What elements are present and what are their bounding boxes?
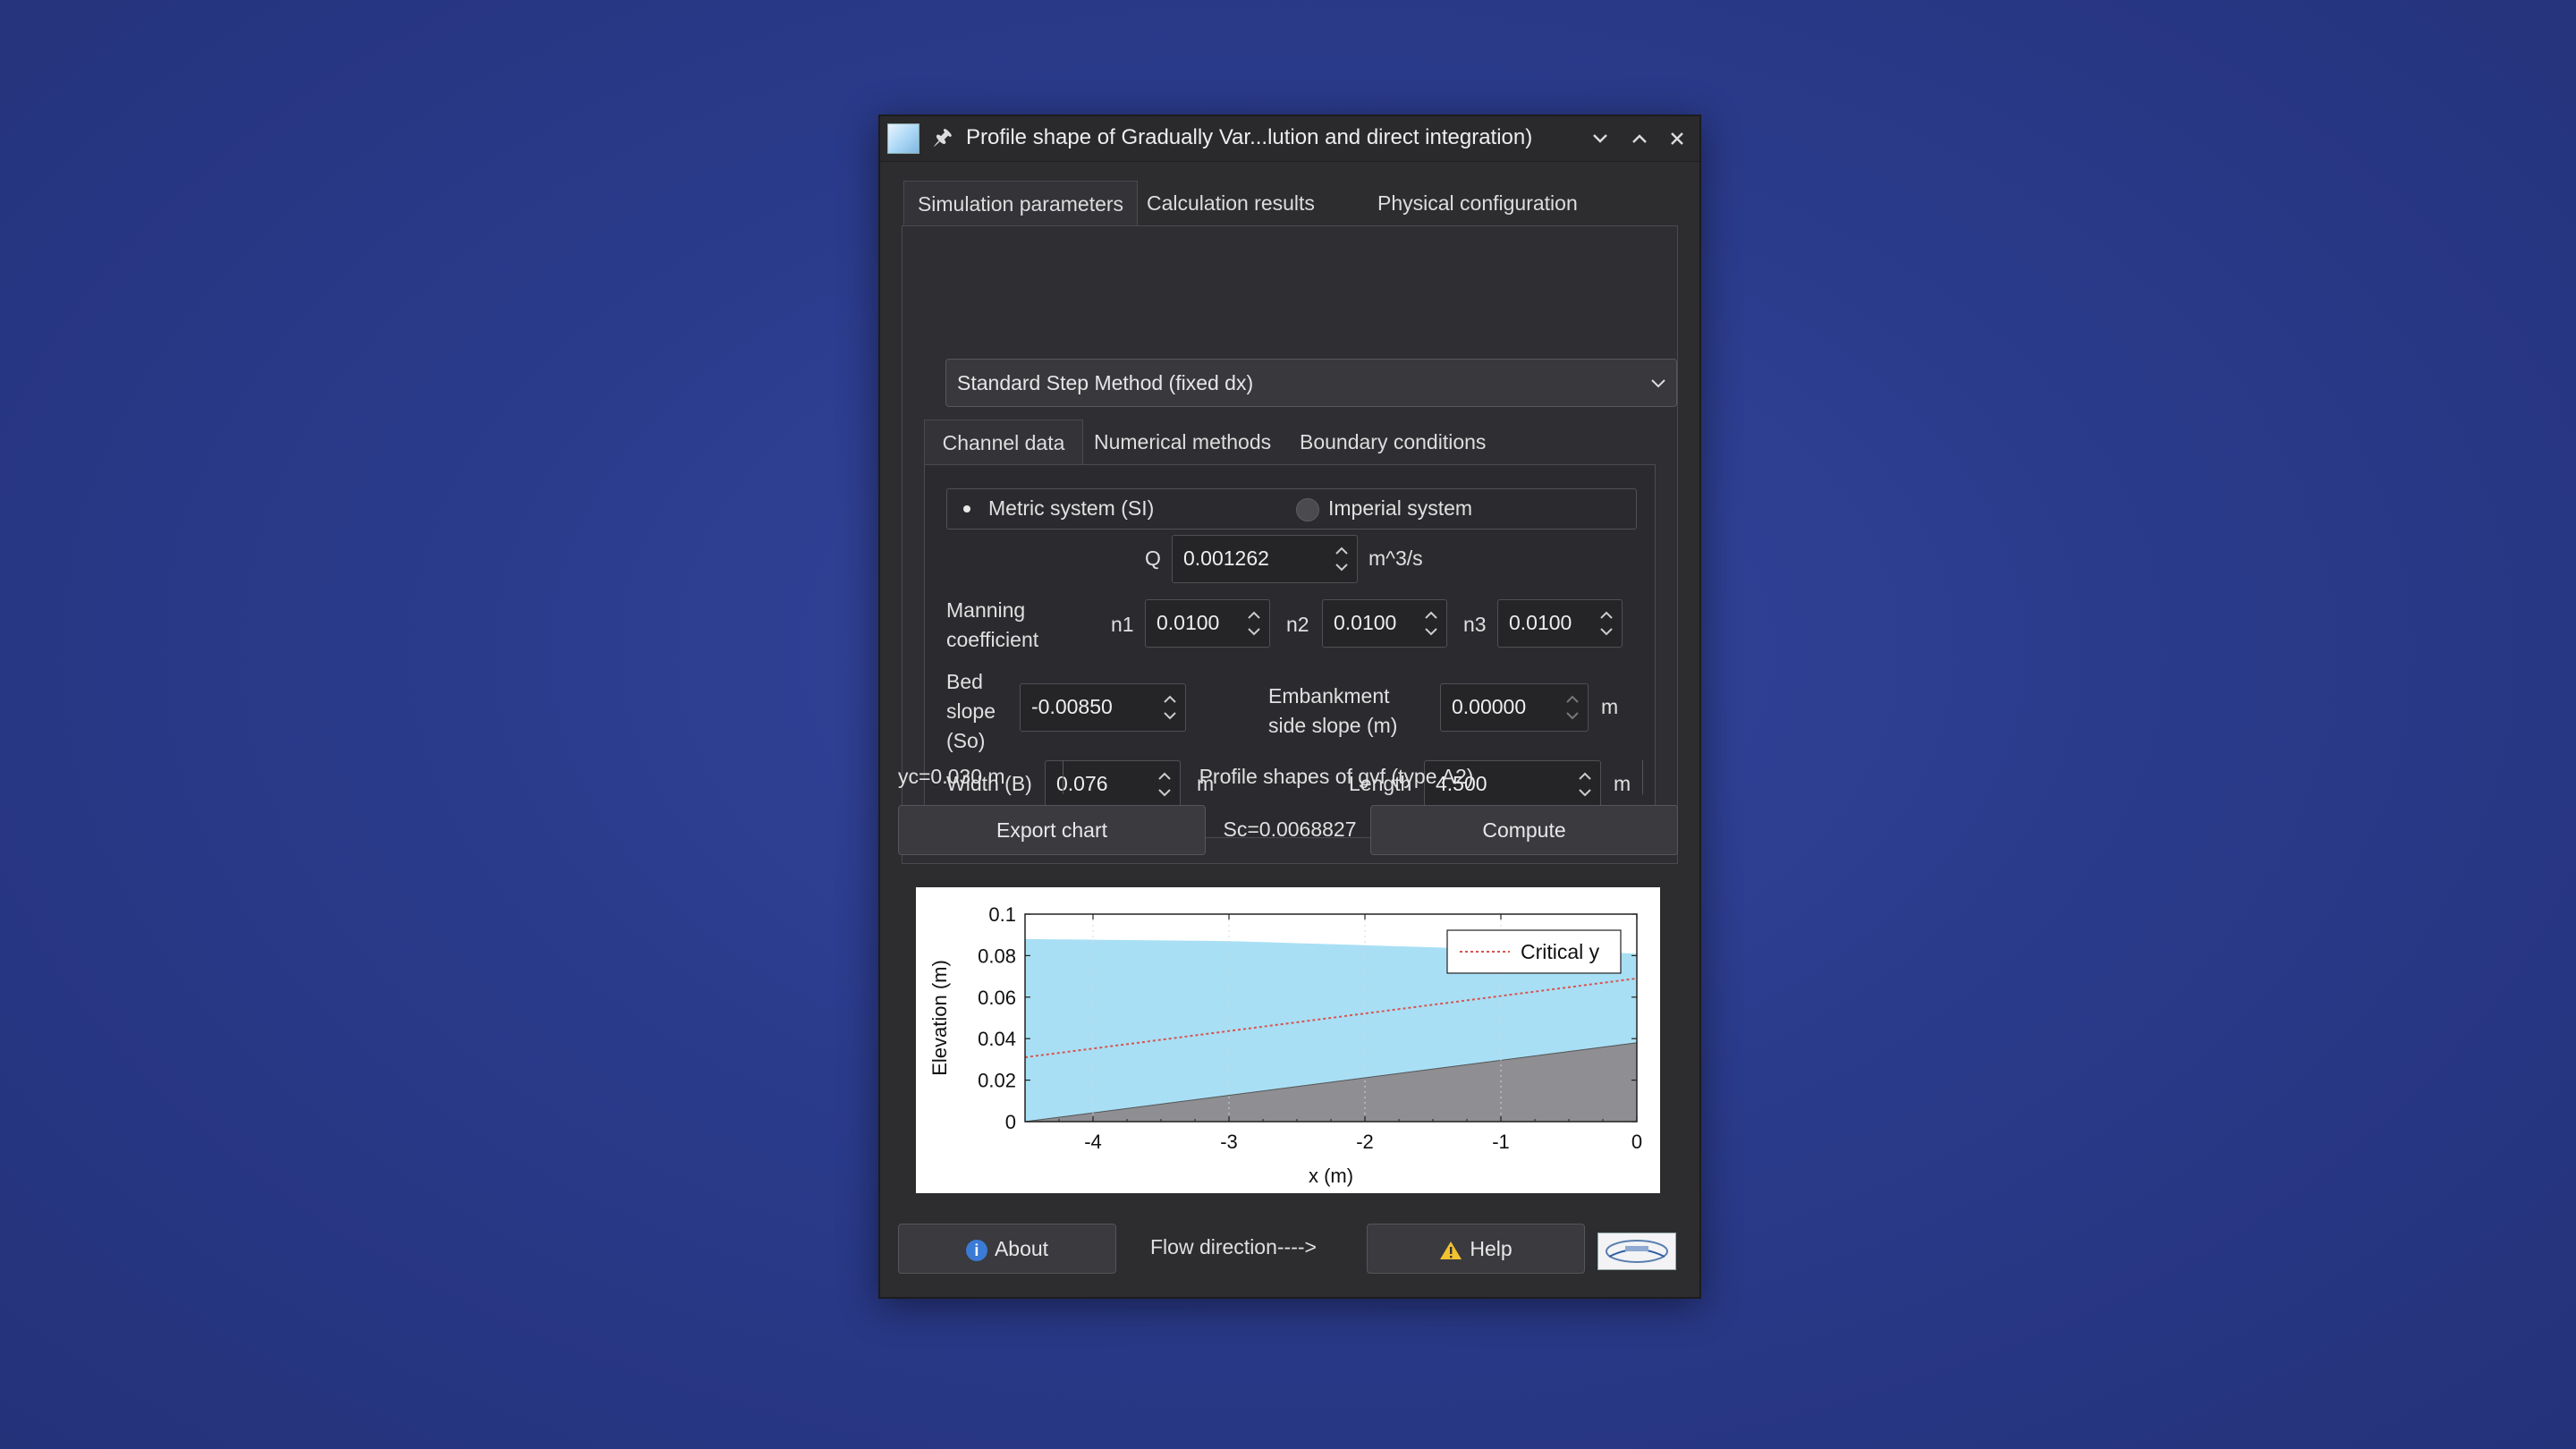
y-tick-label: 0.06 [978, 987, 1016, 1009]
tab-physical-configuration[interactable]: Physical configuration [1377, 181, 1578, 225]
spin-arrows-icon [1248, 611, 1260, 636]
x-tick-label: -4 [1084, 1131, 1102, 1153]
embankment-value: 0.00000 [1452, 695, 1527, 718]
y-tick-label: 0.1 [988, 903, 1016, 926]
manning-label: Manning coefficient [946, 598, 1039, 651]
q-label: Q [1145, 547, 1161, 570]
embankment-input[interactable]: 0.00000 [1440, 683, 1589, 732]
close-icon [1671, 132, 1683, 145]
embankment-label: Embankment side slope (m) [1268, 684, 1398, 737]
chart-canvas: -4 -3 -2 -1 0 0 0.02 0.04 0.06 0.08 0.1 x (m) Elevat… [928, 903, 1642, 1187]
n2-input[interactable]: 0.0100 [1322, 599, 1447, 648]
n1-input[interactable]: 0.0100 [1145, 599, 1270, 648]
flow-direction-label: Flow direction----> [1150, 1235, 1317, 1258]
y-tick-label: 0.04 [978, 1028, 1016, 1050]
imperial-label: Imperial system [1328, 496, 1473, 520]
q-input[interactable]: 0.001262 [1172, 535, 1358, 583]
spin-arrows-icon [1600, 611, 1613, 636]
x-tick-label: -3 [1220, 1131, 1238, 1153]
university-logo [1597, 1233, 1676, 1270]
warning-icon [1440, 1241, 1462, 1259]
sc-readout: Sc=0.0068827 [1223, 818, 1357, 841]
n1-label: n1 [1111, 613, 1134, 636]
q-value: 0.001262 [1183, 547, 1269, 570]
n2-value: 0.0100 [1334, 611, 1397, 634]
spin-arrows-icon [1335, 547, 1348, 572]
bed-slope-label: Bed slope (So) [946, 670, 996, 752]
method-select[interactable]: Standard Step Method (fixed dx) [945, 359, 1677, 407]
unit-system-group: Metric system (SI) Imperial system [946, 488, 1637, 530]
yc-readout: yc=0.030 m [898, 765, 1005, 788]
chevron-down-icon [1593, 134, 1607, 143]
y-tick-label: 0.02 [978, 1070, 1016, 1092]
method-select-value: Standard Step Method (fixed dx) [957, 371, 1254, 394]
x-tick-label: -1 [1492, 1131, 1510, 1153]
about-button[interactable]: i About [898, 1224, 1116, 1274]
tab-calculation-results[interactable]: Calculation results [1147, 181, 1315, 225]
help-button[interactable]: Help [1367, 1224, 1585, 1274]
spin-arrows-icon [1566, 695, 1579, 720]
chevron-up-icon [1632, 134, 1647, 143]
minimize-button[interactable] [1585, 123, 1615, 154]
y-tick-label: 0 [1005, 1111, 1016, 1133]
export-chart-button[interactable]: Export chart [898, 805, 1206, 855]
app-window: 🖈 Profile shape of Gradually Var...lutio… [878, 114, 1701, 1299]
about-label: About [994, 1237, 1049, 1260]
help-label: Help [1470, 1237, 1513, 1260]
app-icon [887, 123, 919, 154]
bed-slope-input[interactable]: -0.00850 [1020, 683, 1186, 732]
pin-icon[interactable]: 🖈 [930, 125, 955, 150]
spin-arrows-icon [1164, 695, 1176, 720]
title-bar: 🖈 Profile shape of Gradually Var...lutio… [880, 116, 1699, 162]
metric-radio[interactable] [956, 498, 978, 520]
x-axis-label: x (m) [1309, 1165, 1353, 1187]
y-tick-label: 0.08 [978, 945, 1016, 967]
separator [1642, 760, 1643, 794]
n3-value: 0.0100 [1509, 611, 1572, 634]
embankment-unit: m [1601, 695, 1619, 718]
chevron-down-icon [1651, 379, 1665, 388]
y-axis-label: Elevation (m) [928, 960, 951, 1076]
compute-button[interactable]: Compute [1370, 805, 1678, 855]
x-tick-label: -2 [1356, 1131, 1374, 1153]
n3-input[interactable]: 0.0100 [1497, 599, 1623, 648]
x-tick-label: 0 [1631, 1131, 1642, 1153]
tab-channel-data[interactable]: Channel data [924, 419, 1083, 465]
profile-chart: -4 -3 -2 -1 0 0 0.02 0.04 0.06 0.08 0.1 x (m) Elevat… [916, 887, 1660, 1193]
window-title: Profile shape of Gradually Var...lution … [966, 125, 1533, 149]
n1-value: 0.0100 [1157, 611, 1220, 634]
tab-simulation-parameters[interactable]: Simulation parameters [903, 181, 1138, 226]
legend-critical-label: Critical y [1521, 940, 1600, 963]
length-unit: m [1614, 772, 1631, 795]
info-icon: i [965, 1239, 987, 1261]
tab-numerical-methods[interactable]: Numerical methods [1094, 419, 1271, 464]
imperial-radio[interactable] [1296, 498, 1319, 521]
profile-type-readout: Profile shapes of gvf (type A2) [1199, 765, 1474, 788]
close-button[interactable] [1662, 123, 1692, 154]
n2-label: n2 [1286, 613, 1309, 636]
bed-slope-value: -0.00850 [1031, 695, 1113, 718]
metric-label: Metric system (SI) [988, 496, 1155, 520]
maximize-button[interactable] [1624, 123, 1655, 154]
q-unit: m^3/s [1368, 547, 1423, 570]
n3-label: n3 [1463, 613, 1487, 636]
tab-boundary-conditions[interactable]: Boundary conditions [1300, 419, 1486, 464]
spin-arrows-icon [1425, 611, 1437, 636]
